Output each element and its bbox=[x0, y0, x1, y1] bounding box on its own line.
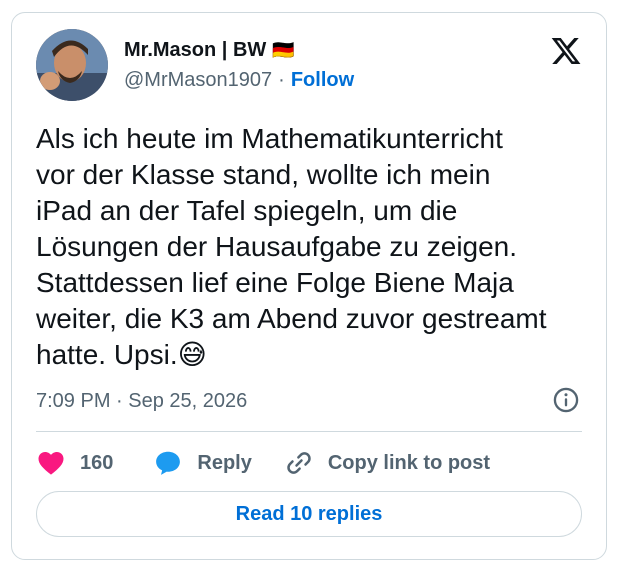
x-logo-icon[interactable] bbox=[550, 35, 582, 67]
handle-row: @MrMason1907 · Follow bbox=[124, 69, 354, 92]
avatar-image bbox=[36, 29, 108, 101]
timestamp[interactable]: 7:09 PM · Sep 25, 2026 bbox=[36, 390, 247, 413]
divider bbox=[36, 431, 582, 432]
tweet-text: Als ich heute im Mathematikunterricht vo… bbox=[36, 123, 547, 370]
copy-link-label: Copy link to post bbox=[327, 451, 491, 474]
like-button[interactable]: 160 bbox=[36, 448, 113, 478]
reply-bubble-icon bbox=[156, 451, 181, 475]
reply-label: Reply bbox=[197, 451, 252, 474]
author-name-row: Mr.Mason | BW 🇩🇪 bbox=[124, 39, 295, 62]
read-replies-button[interactable]: Read 10 replies bbox=[36, 491, 582, 537]
author-name[interactable]: Mr.Mason | BW bbox=[124, 39, 266, 62]
reply-button[interactable]: Reply bbox=[153, 448, 252, 478]
action-bar: 160 Reply Copy link to post bbox=[36, 445, 490, 481]
info-icon[interactable] bbox=[552, 386, 580, 414]
follow-button[interactable]: Follow bbox=[291, 69, 354, 92]
heart-icon bbox=[38, 452, 64, 475]
copy-link-button[interactable]: Copy link to post bbox=[284, 448, 490, 478]
tweet-card: Mr.Mason | BW 🇩🇪 @MrMason1907 · Follow A… bbox=[11, 12, 607, 560]
separator-dot: · bbox=[278, 69, 285, 91]
author-handle[interactable]: @MrMason1907 bbox=[124, 69, 272, 92]
avatar[interactable] bbox=[36, 29, 108, 101]
like-count: 160 bbox=[80, 451, 114, 474]
flag-badge: 🇩🇪 bbox=[272, 40, 295, 60]
read-replies-label: Read 10 replies bbox=[235, 502, 383, 525]
link-icon bbox=[287, 452, 311, 474]
